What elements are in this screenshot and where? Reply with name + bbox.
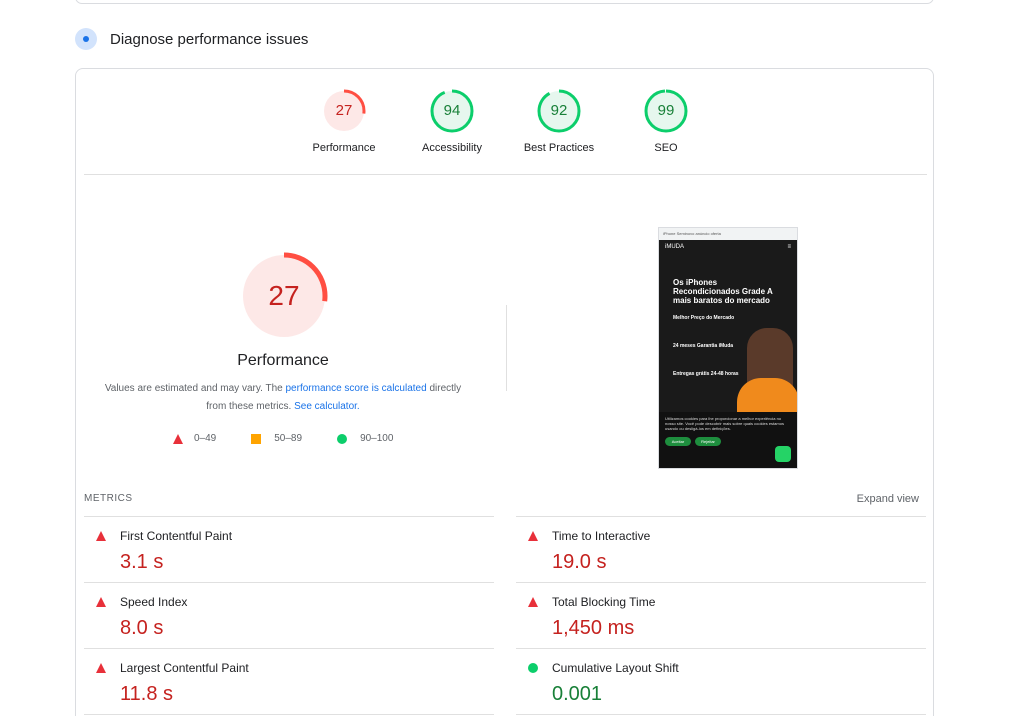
- whatsapp-icon: [775, 446, 791, 462]
- score-calculated-link[interactable]: performance score is calculated: [286, 383, 427, 394]
- screenshot-topbar: iPhone Seminovo anúncio oferta: [659, 228, 797, 240]
- gauge-label: Performance: [312, 142, 376, 154]
- vertical-divider: [506, 305, 507, 391]
- main-score: 27: [268, 280, 300, 311]
- metric-cls: Cumulative Layout Shift 0.001: [516, 648, 926, 714]
- pass-circle-icon: [528, 663, 538, 673]
- accept-button: Aceitar: [665, 437, 691, 446]
- metric-speed-index: Speed Index 8.0 s: [84, 582, 494, 648]
- gauge-label: Best Practices: [523, 142, 595, 154]
- metric-label: Largest Contentful Paint: [120, 661, 249, 675]
- fail-triangle-icon: [96, 597, 106, 607]
- metric-tti: Time to Interactive 19.0 s: [516, 516, 926, 582]
- divider: [516, 714, 926, 715]
- gauge-seo[interactable]: 99 SEO: [616, 89, 716, 154]
- section-title: Diagnose performance issues: [110, 30, 309, 48]
- gauge-label: Accessibility: [422, 142, 482, 154]
- metric-value: 8.0 s: [120, 617, 164, 639]
- note-text: Values are estimated and may vary. The: [104, 383, 286, 394]
- section-header: Diagnose performance issues: [75, 28, 308, 50]
- metric-fcp: First Contentful Paint 3.1 s: [84, 516, 494, 582]
- metric-value: 3.1 s: [120, 551, 164, 573]
- person-shirt: [737, 378, 797, 414]
- screenshot-hero: Os iPhones Recondicionados Grade A mais …: [673, 278, 773, 305]
- gauge-score: 99: [657, 102, 675, 119]
- metric-value: 0.001: [552, 683, 603, 705]
- metric-tbt: Total Blocking Time 1,450 ms: [516, 582, 926, 648]
- gauge-score: 27: [335, 102, 353, 119]
- cookie-text: Utilizamos cookies para lhe proporcionar…: [665, 416, 784, 431]
- metric-label: Cumulative Layout Shift: [552, 661, 679, 675]
- gauge-accessibility[interactable]: 94 Accessibility: [402, 89, 502, 154]
- gauge-label: SEO: [654, 142, 678, 154]
- score-note: Values are estimated and may vary. The p…: [96, 380, 470, 416]
- legend-item: 90–100: [337, 433, 393, 444]
- category-gauges: 27 Performance 94 Accessibility 92 Best …: [76, 89, 933, 169]
- screenshot-logo: iMUDA: [665, 244, 684, 250]
- metric-label: Speed Index: [120, 595, 188, 609]
- metrics-heading: METRICS: [84, 493, 133, 504]
- gauge-score: 94: [443, 102, 461, 119]
- metric-label: Time to Interactive: [552, 529, 651, 543]
- final-screenshot[interactable]: iPhone Seminovo anúncio oferta iMUDA ≡ O…: [658, 227, 798, 469]
- fail-triangle-icon: [528, 531, 538, 541]
- metric-value: 1,450 ms: [552, 617, 635, 639]
- green-circle-icon: [337, 433, 348, 444]
- gauge-score: 92: [550, 102, 568, 119]
- performance-main-gauge: 27: [240, 252, 328, 340]
- performance-card: 27 Performance 94 Accessibility 92 Best …: [75, 68, 934, 716]
- score-legend: 0–49 50–89 90–100: [173, 433, 428, 444]
- main-score-title: Performance: [237, 352, 329, 369]
- divider: [84, 714, 494, 715]
- menu-icon: ≡: [787, 244, 791, 250]
- fail-triangle-icon: [528, 597, 538, 607]
- legend-range: 0–49: [194, 433, 217, 444]
- red-triangle-icon: [173, 433, 183, 444]
- legend-range: 50–89: [274, 433, 303, 444]
- see-calculator-link[interactable]: See calculator.: [294, 401, 360, 412]
- expand-view-button[interactable]: Expand view: [857, 493, 919, 505]
- fail-triangle-icon: [96, 663, 106, 673]
- screenshot-line: Melhor Preço do Mercado: [673, 315, 735, 321]
- metric-lcp: Largest Contentful Paint 11.8 s: [84, 648, 494, 714]
- gauge-performance[interactable]: 27 Performance: [294, 89, 394, 154]
- metric-value: 19.0 s: [552, 551, 607, 573]
- metric-value: 11.8 s: [120, 683, 173, 705]
- previous-card-edge: [75, 0, 934, 4]
- fail-triangle-icon: [96, 531, 106, 541]
- divider: [84, 174, 927, 175]
- reject-button: Rejeitar: [695, 437, 721, 446]
- orange-square-icon: [251, 433, 262, 444]
- gauge-best-practices[interactable]: 92 Best Practices: [509, 89, 609, 154]
- legend-item: 0–49: [173, 433, 216, 444]
- metric-label: First Contentful Paint: [120, 529, 233, 543]
- legend-range: 90–100: [360, 433, 394, 444]
- legend-item: 50–89: [251, 433, 302, 444]
- metric-label: Total Blocking Time: [552, 595, 656, 609]
- diagnose-dot-icon: [75, 28, 97, 50]
- screenshot-navbar: iMUDA ≡: [659, 240, 797, 254]
